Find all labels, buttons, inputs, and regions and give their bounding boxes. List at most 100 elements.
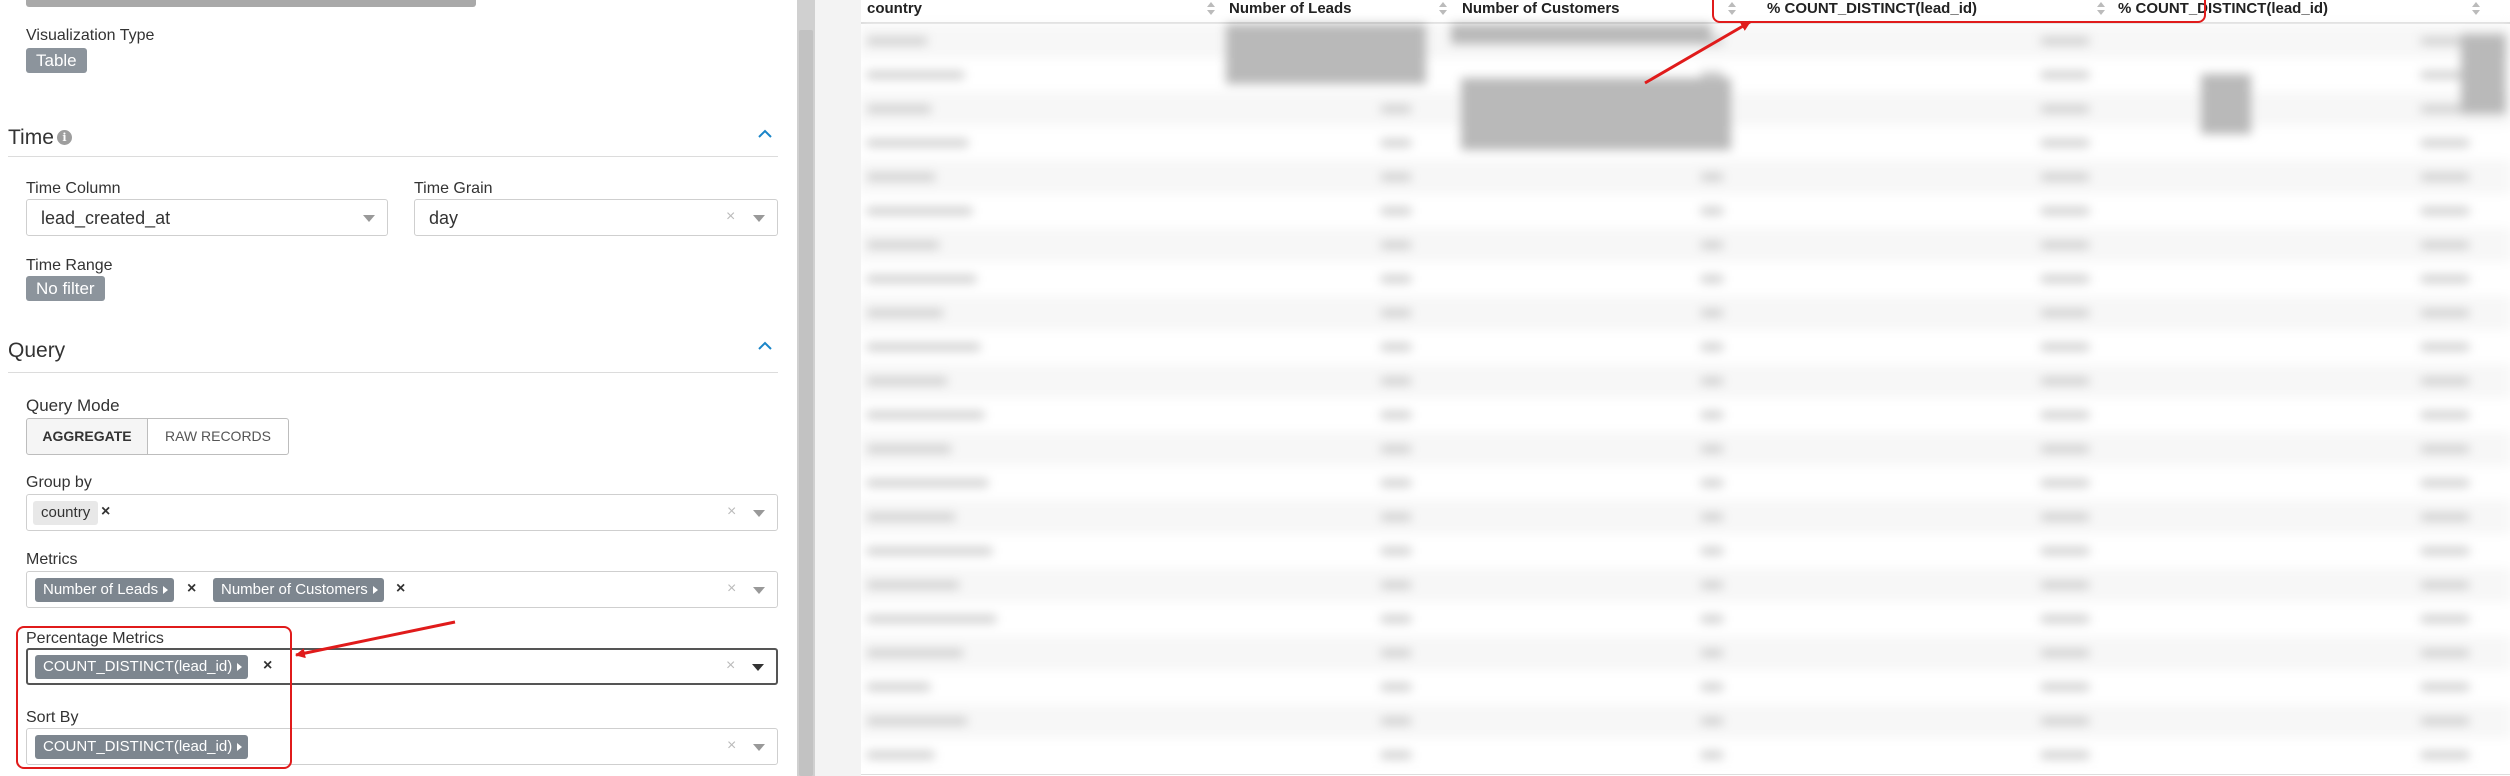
clear-icon[interactable]: × [727, 503, 736, 521]
blurred-cell [867, 683, 930, 691]
blurred-cell [2421, 445, 2469, 453]
chevron-up-icon[interactable] [757, 338, 773, 354]
blurred-bar [2461, 34, 2506, 114]
metric-chip-leads-label: Number of Leads [43, 581, 159, 598]
table-row [861, 738, 2510, 772]
blurred-cell [1381, 241, 1411, 249]
time-section-divider [8, 156, 778, 157]
blurred-cell [1701, 207, 1723, 215]
blurred-cell [2041, 343, 2089, 351]
blurred-cell [1701, 343, 1723, 351]
sort-icon[interactable] [1207, 2, 1215, 16]
caret-right-icon [163, 586, 169, 594]
blurred-cell [2421, 547, 2469, 555]
blurred-cell [867, 717, 967, 725]
clear-icon[interactable]: × [727, 737, 736, 755]
blurred-cell [1381, 207, 1411, 215]
blurred-cell [2041, 105, 2089, 113]
blurred-cell [1381, 751, 1411, 759]
datasource-control-stub[interactable] [26, 0, 476, 7]
blurred-cell [2421, 207, 2469, 215]
sort-icon[interactable] [1439, 2, 1447, 16]
app-root: Visualization Type Table Time i Time Col… [0, 0, 2510, 776]
blurred-cell [2041, 309, 2089, 317]
metrics-label: Metrics [26, 551, 78, 568]
blurred-cell [1701, 479, 1723, 487]
chevron-down-icon[interactable] [753, 510, 765, 517]
blurred-cell [1701, 513, 1723, 521]
blurred-bar [1461, 78, 1731, 150]
blurred-cell [2421, 683, 2469, 691]
clear-icon[interactable]: × [726, 657, 735, 675]
blurred-cell [1701, 649, 1723, 657]
metrics-select[interactable]: Number of Leads × Number of Customers × … [26, 571, 778, 608]
blurred-cell [2421, 581, 2469, 589]
chevron-down-icon[interactable] [752, 664, 764, 671]
mode-raw-records-button[interactable]: RAW RECORDS [147, 418, 289, 455]
table-row [861, 602, 2510, 636]
blurred-cell [2041, 139, 2089, 147]
column-header-country[interactable]: country [867, 0, 922, 22]
blurred-cell [867, 751, 934, 759]
results-table: country Number of Leads Number of Custom… [861, 0, 2510, 776]
blurred-cell [1701, 717, 1723, 725]
mode-aggregate-button[interactable]: AGGREGATE [26, 418, 148, 455]
blurred-cell [2041, 445, 2089, 453]
blurred-cell [867, 343, 980, 351]
metric-chip-customers-label: Number of Customers [221, 581, 368, 598]
blurred-cell [2421, 139, 2469, 147]
group-by-select[interactable]: country × × [26, 494, 778, 531]
blurred-cell [2041, 683, 2089, 691]
blurred-cell [1381, 479, 1411, 487]
blurred-cell [1701, 547, 1723, 555]
table-row [861, 194, 2510, 228]
table-row [861, 534, 2510, 568]
blurred-cell [1381, 683, 1411, 691]
blurred-cell [2421, 649, 2469, 657]
metric-chip-leads[interactable]: Number of Leads [35, 578, 175, 602]
time-section-title[interactable]: Time [8, 126, 54, 150]
blurred-cell [1381, 581, 1411, 589]
blurred-cell [867, 207, 972, 215]
scrollbar-thumb[interactable] [799, 30, 813, 776]
blurred-cell [867, 105, 931, 113]
clear-icon[interactable]: × [727, 580, 736, 598]
blurred-cell [867, 37, 927, 45]
remove-icon[interactable]: × [396, 580, 405, 598]
blurred-cell [1381, 173, 1411, 181]
blurred-cell [867, 275, 976, 283]
blurred-cell [2421, 241, 2469, 249]
table-row [861, 670, 2510, 704]
time-range-label: Time Range [26, 257, 113, 274]
chevron-down-icon[interactable] [753, 215, 765, 222]
chevron-down-icon[interactable] [753, 587, 765, 594]
blurred-cell [1701, 309, 1723, 317]
blurred-cell [1381, 445, 1411, 453]
remove-icon[interactable]: × [187, 580, 196, 598]
sort-icon[interactable] [2472, 2, 2480, 16]
blurred-cell [1701, 445, 1723, 453]
column-header-leads[interactable]: Number of Leads [1229, 0, 1352, 22]
time-grain-select[interactable]: day × [414, 199, 778, 236]
info-icon[interactable]: i [57, 130, 72, 145]
chevron-down-icon[interactable] [753, 744, 765, 751]
chevron-up-icon[interactable] [757, 126, 773, 142]
group-by-chip: country [33, 501, 99, 525]
blurred-cell [1381, 615, 1411, 623]
blurred-bar [2201, 74, 2251, 134]
blurred-cell [1701, 241, 1723, 249]
chevron-down-icon[interactable] [363, 215, 375, 222]
viz-type-pill[interactable]: Table [26, 48, 87, 73]
column-header-customers[interactable]: Number of Customers [1462, 0, 1620, 22]
blurred-cell [2421, 173, 2469, 181]
query-section-title[interactable]: Query [8, 339, 65, 363]
table-row [861, 432, 2510, 466]
blurred-bar [1226, 24, 1426, 84]
metric-chip-customers[interactable]: Number of Customers [213, 578, 384, 602]
blurred-cell [867, 411, 984, 419]
blurred-cell [2421, 479, 2469, 487]
time-column-select[interactable]: lead_created_at [26, 199, 388, 236]
clear-icon[interactable]: × [726, 208, 735, 226]
time-range-pill[interactable]: No filter [26, 276, 105, 301]
remove-icon[interactable]: × [101, 503, 110, 521]
